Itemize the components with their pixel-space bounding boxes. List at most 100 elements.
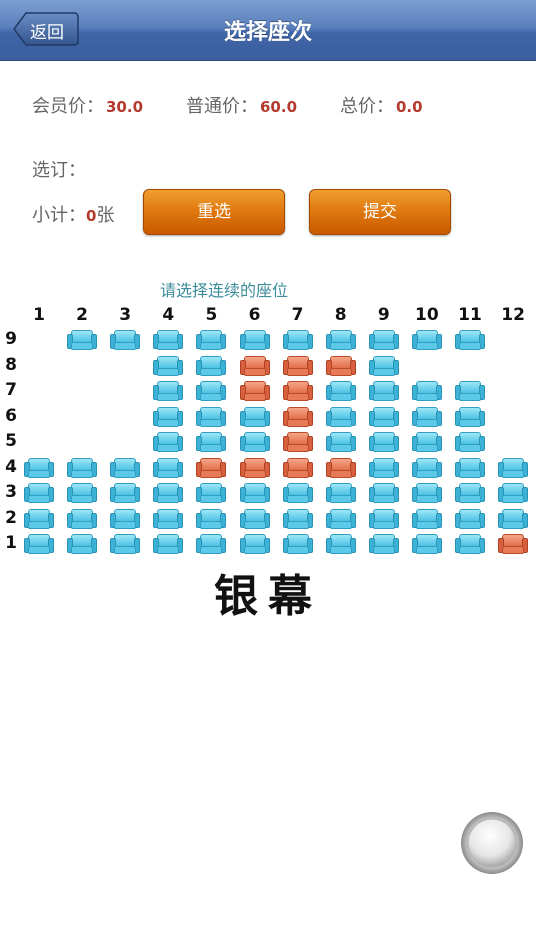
available-seat-r7-c8[interactable]	[325, 381, 356, 401]
available-seat-r4-c10[interactable]	[411, 457, 442, 478]
available-seat-r6-c11[interactable]	[455, 406, 485, 427]
reset-button[interactable]: 重选	[143, 189, 285, 235]
subtotal-count: 0	[86, 207, 97, 225]
total-price: 总价： 0.0	[340, 92, 423, 118]
row-number-7: 7	[5, 380, 17, 400]
available-seat-r2-c10[interactable]	[411, 508, 442, 529]
available-seat-r6-c8[interactable]	[325, 406, 356, 427]
available-seat-r4-c2[interactable]	[67, 457, 98, 478]
available-seat-r2-c9[interactable]	[368, 508, 399, 529]
available-seat-r6-c4[interactable]	[153, 406, 184, 427]
available-seat-r2-c8[interactable]	[325, 508, 356, 529]
available-seat-r1-c6[interactable]	[239, 534, 270, 554]
available-seat-r2-c11[interactable]	[455, 508, 485, 529]
available-seat-r6-c9[interactable]	[368, 406, 399, 427]
available-seat-r2-c6[interactable]	[239, 508, 270, 529]
column-number-3: 3	[119, 305, 132, 325]
available-seat-r1-c4[interactable]	[153, 534, 184, 554]
available-seat-r3-c4[interactable]	[153, 483, 184, 503]
available-seat-r5-c10[interactable]	[411, 432, 442, 452]
available-seat-r5-c11[interactable]	[455, 432, 485, 452]
floating-action-button[interactable]	[459, 810, 525, 876]
available-seat-r2-c1[interactable]	[24, 508, 54, 529]
available-seat-r4-c11[interactable]	[455, 457, 485, 478]
available-seat-r4-c12[interactable]	[498, 457, 529, 478]
available-seat-r4-c3[interactable]	[110, 457, 141, 478]
available-seat-r5-c5[interactable]	[196, 432, 227, 452]
available-seat-r1-c7[interactable]	[282, 534, 313, 554]
available-seat-r2-c2[interactable]	[67, 508, 98, 529]
available-seat-r3-c12[interactable]	[498, 483, 529, 503]
available-seat-r1-c1[interactable]	[24, 534, 54, 554]
available-seat-r9-c11[interactable]	[455, 330, 485, 350]
available-seat-r4-c4[interactable]	[153, 457, 184, 478]
available-seat-r3-c7[interactable]	[282, 483, 313, 503]
total-price-label: 总价：	[340, 96, 394, 117]
available-seat-r9-c9[interactable]	[368, 330, 399, 350]
column-number-10: 10	[415, 305, 439, 325]
available-seat-r6-c6[interactable]	[239, 406, 270, 427]
available-seat-r3-c9[interactable]	[368, 483, 399, 503]
available-seat-r6-c10[interactable]	[411, 406, 442, 427]
normal-price: 普通价： 60.0	[186, 92, 297, 118]
available-seat-r2-c7[interactable]	[282, 508, 313, 529]
column-number-5: 5	[205, 305, 218, 325]
available-seat-r7-c9[interactable]	[368, 381, 399, 401]
available-seat-r7-c11[interactable]	[455, 381, 485, 401]
available-seat-r2-c12[interactable]	[498, 508, 529, 529]
subtotal-unit: 张	[96, 205, 115, 226]
available-seat-r1-c2[interactable]	[67, 534, 98, 554]
available-seat-r9-c8[interactable]	[325, 330, 356, 350]
available-seat-r5-c9[interactable]	[368, 432, 399, 452]
available-seat-r3-c3[interactable]	[110, 483, 141, 503]
row-number-5: 5	[5, 431, 17, 451]
available-seat-r1-c3[interactable]	[110, 534, 141, 554]
available-seat-r8-c9[interactable]	[368, 355, 399, 376]
available-seat-r4-c9[interactable]	[368, 457, 399, 478]
available-seat-r1-c8[interactable]	[325, 534, 356, 554]
available-seat-r9-c4[interactable]	[153, 330, 184, 350]
available-seat-r7-c4[interactable]	[153, 381, 184, 401]
available-seat-r8-c5[interactable]	[196, 355, 227, 376]
available-seat-r3-c8[interactable]	[325, 483, 356, 503]
available-seat-r7-c5[interactable]	[196, 381, 227, 401]
available-seat-r3-c10[interactable]	[411, 483, 442, 503]
available-seat-r2-c5[interactable]	[196, 508, 227, 529]
available-seat-r3-c11[interactable]	[455, 483, 485, 503]
normal-price-value: 60.0	[260, 98, 298, 116]
sold-seat-r4-c6	[239, 457, 270, 478]
available-seat-r2-c3[interactable]	[110, 508, 141, 529]
row-number-6: 6	[5, 405, 17, 426]
available-seat-r3-c2[interactable]	[67, 483, 98, 503]
available-seat-r9-c10[interactable]	[411, 330, 442, 350]
available-seat-r1-c11[interactable]	[455, 534, 485, 554]
available-seat-r6-c5[interactable]	[196, 406, 227, 427]
sold-seat-r4-c8	[325, 457, 356, 478]
available-seat-r7-c10[interactable]	[411, 381, 442, 401]
available-seat-r9-c5[interactable]	[196, 330, 227, 350]
available-seat-r8-c4[interactable]	[153, 355, 184, 376]
available-seat-r3-c1[interactable]	[24, 483, 54, 503]
circle-icon	[461, 812, 523, 874]
selected-seats-label: 选订：	[32, 160, 86, 181]
total-price-value: 0.0	[396, 98, 423, 116]
column-number-1: 1	[33, 305, 45, 325]
submit-button[interactable]: 提交	[309, 189, 451, 235]
row-number-1: 1	[5, 533, 17, 553]
available-seat-r2-c4[interactable]	[153, 508, 184, 529]
available-seat-r3-c6[interactable]	[239, 483, 270, 503]
available-seat-r4-c1[interactable]	[24, 457, 54, 478]
column-number-9: 9	[377, 305, 390, 325]
available-seat-r9-c6[interactable]	[239, 330, 270, 350]
available-seat-r9-c3[interactable]	[110, 330, 141, 350]
available-seat-r5-c8[interactable]	[325, 432, 356, 452]
available-seat-r5-c6[interactable]	[239, 432, 270, 452]
available-seat-r1-c5[interactable]	[196, 534, 227, 554]
available-seat-r9-c2[interactable]	[67, 330, 98, 350]
available-seat-r9-c7[interactable]	[282, 330, 313, 350]
available-seat-r1-c9[interactable]	[368, 534, 399, 554]
available-seat-r1-c10[interactable]	[411, 534, 442, 554]
available-seat-r3-c5[interactable]	[196, 483, 227, 503]
column-number-2: 2	[76, 305, 89, 325]
available-seat-r5-c4[interactable]	[153, 432, 184, 452]
